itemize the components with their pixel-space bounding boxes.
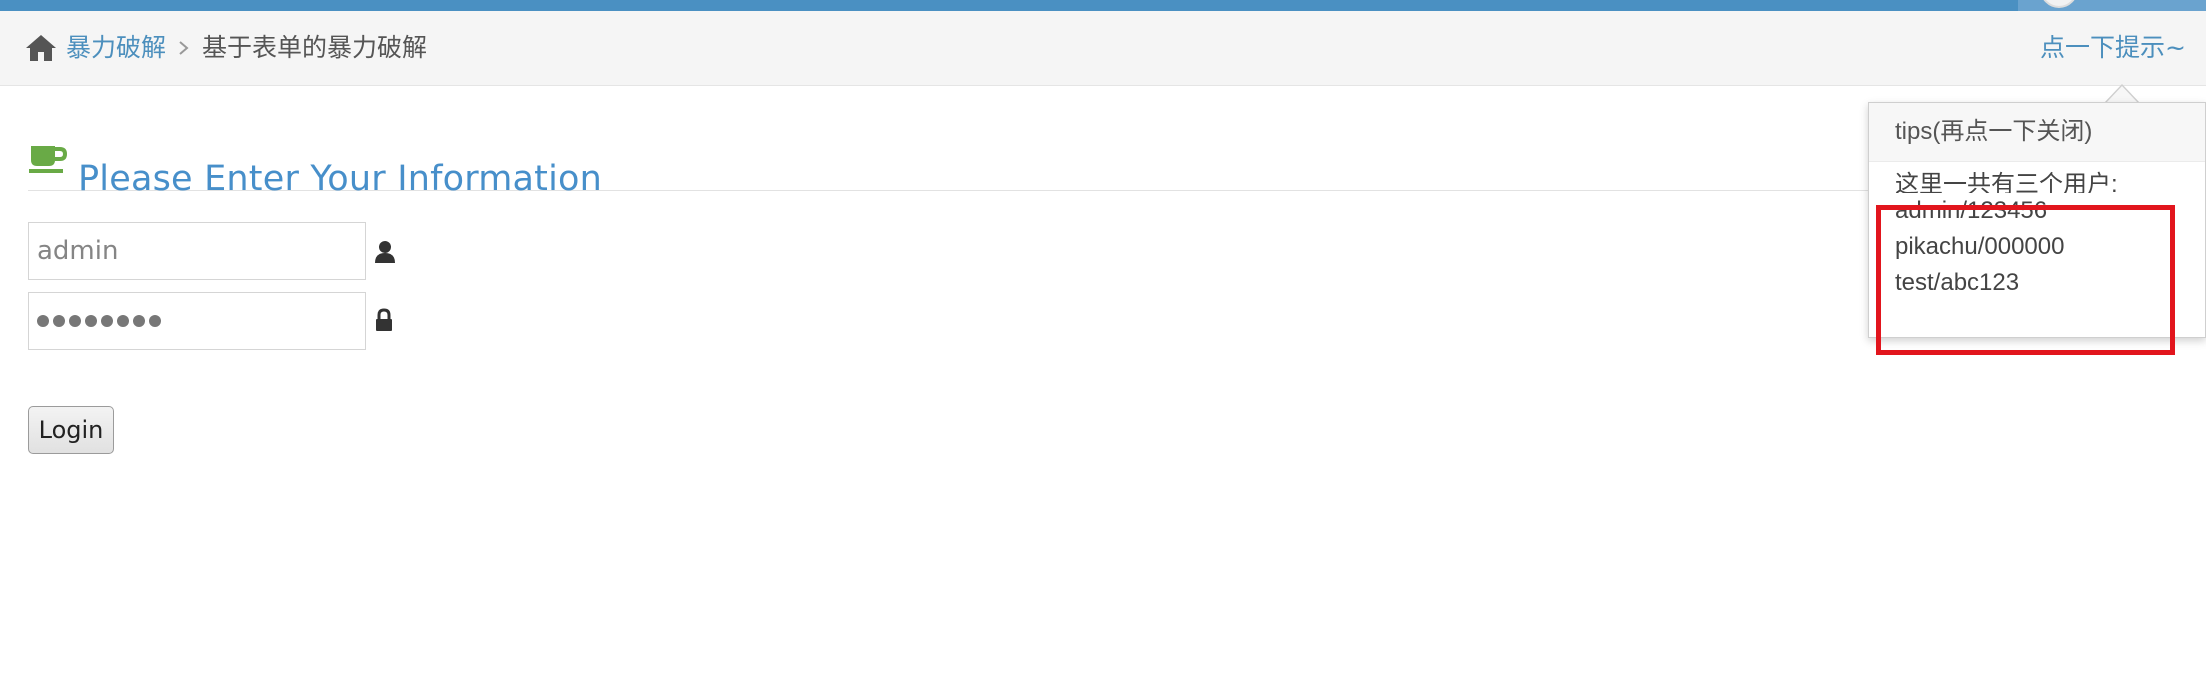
password-mask bbox=[37, 293, 357, 349]
home-icon[interactable] bbox=[24, 33, 58, 63]
user-icon bbox=[375, 241, 395, 263]
coffee-icon bbox=[29, 146, 68, 173]
password-input[interactable] bbox=[28, 292, 366, 350]
breadcrumb-link-brute-force[interactable]: 暴力破解 bbox=[66, 32, 166, 64]
page-header: Please Enter Your Information bbox=[28, 134, 2168, 199]
popover-title[interactable]: tips(再点一下关闭) bbox=[1869, 103, 2205, 162]
breadcrumb: 暴力破解 基于表单的暴力破解 点一下提示~ bbox=[0, 11, 2206, 86]
highlight-box bbox=[1876, 205, 2175, 355]
popover-intro: 这里一共有三个用户: bbox=[1895, 171, 2118, 193]
username-input[interactable]: admin bbox=[28, 222, 366, 280]
top-navbar bbox=[0, 0, 2206, 11]
page-title: Please Enter Your Information bbox=[78, 159, 603, 200]
lock-icon bbox=[376, 308, 392, 331]
hint-link[interactable]: 点一下提示~ bbox=[2040, 32, 2186, 64]
popover-arrow-inner bbox=[2106, 86, 2138, 103]
breadcrumb-current: 基于表单的暴力破解 bbox=[202, 33, 428, 62]
chevron-right-icon bbox=[179, 41, 189, 55]
login-button[interactable]: Login bbox=[28, 406, 114, 454]
